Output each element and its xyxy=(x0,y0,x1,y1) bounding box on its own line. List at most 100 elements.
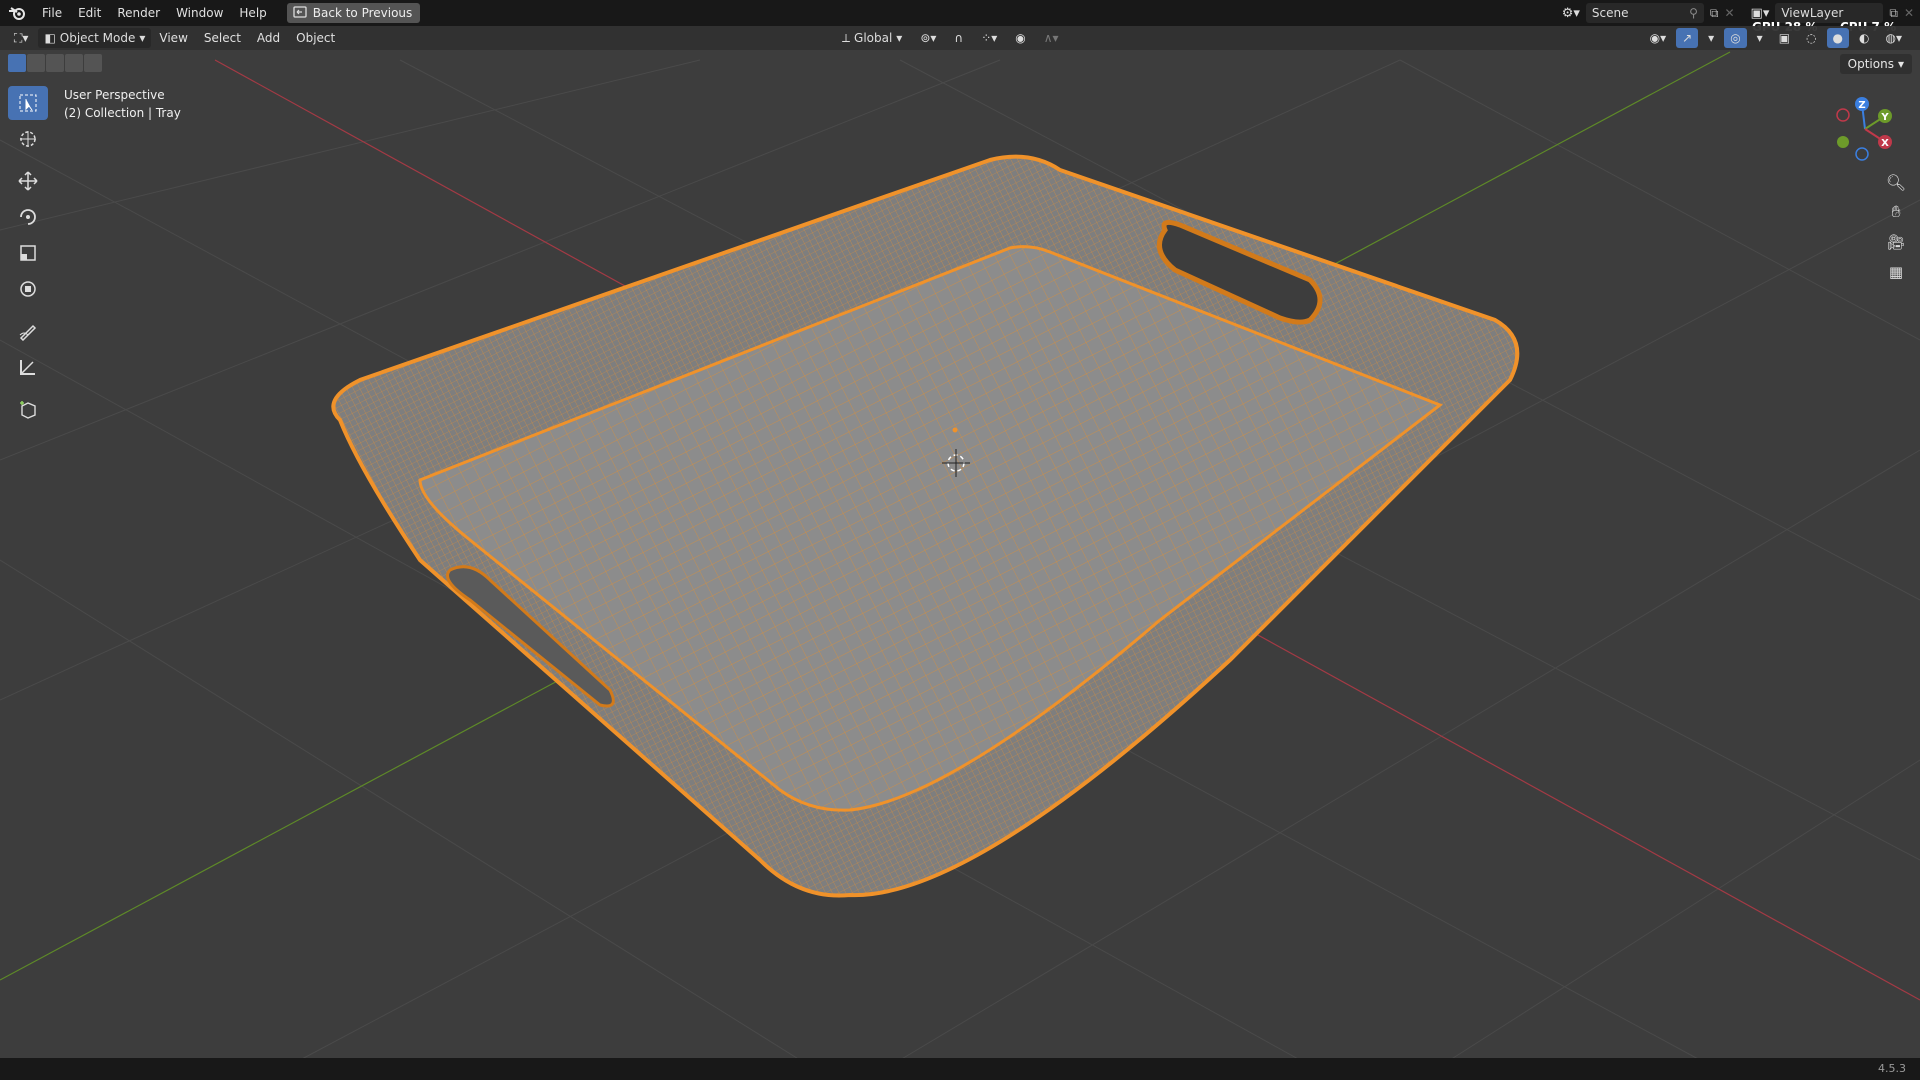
scene-selector[interactable]: Scene ⚲ xyxy=(1585,3,1704,23)
gizmo-dropdown[interactable]: ▾ xyxy=(1702,28,1720,48)
new-scene-icon[interactable]: ⧉ xyxy=(1710,6,1719,21)
proportional-icon: ◉ xyxy=(1015,31,1026,45)
pan-button[interactable]: ✋︎ xyxy=(1882,198,1910,226)
chevron-down-icon: ▾ xyxy=(1708,31,1715,45)
menu-view[interactable]: View xyxy=(151,25,195,51)
camera-view-button[interactable]: 🎥︎ xyxy=(1882,228,1910,256)
menu-help[interactable]: Help xyxy=(231,0,274,26)
transform-orientation-selector[interactable]: ⟂ Global ▾ xyxy=(836,28,908,48)
menu-select[interactable]: Select xyxy=(196,25,249,51)
menu-object[interactable]: Object xyxy=(288,25,343,51)
tray-mesh xyxy=(331,154,1520,898)
rotate-tool[interactable] xyxy=(8,200,48,234)
select-difference-icon[interactable] xyxy=(65,54,83,72)
delete-viewlayer-icon[interactable]: ✕ xyxy=(1904,6,1914,20)
version-label: 4.5.3 xyxy=(1878,1062,1906,1075)
visibility-selector[interactable]: ◉▾ xyxy=(1644,28,1673,48)
back-button-label: Back to Previous xyxy=(312,6,413,20)
snap-grid-icon: ⁘▾ xyxy=(981,31,998,45)
viewport-header: ⛶▾ ◧ Object Mode ▾ View Select Add Objec… xyxy=(0,26,1920,50)
pencil-icon xyxy=(19,324,37,341)
falloff-selector[interactable]: ∧▾ xyxy=(1038,28,1065,48)
gizmo-icon: ↗ xyxy=(1682,31,1693,45)
viewport-canvas[interactable] xyxy=(0,0,1920,1080)
wireframe-sphere-icon: ◌ xyxy=(1806,31,1817,45)
collection-label: (2) Collection | Tray xyxy=(64,106,181,120)
gizmo-y-label: Y xyxy=(1880,112,1889,123)
shading-wireframe[interactable]: ◌ xyxy=(1800,28,1822,48)
options-label: Options xyxy=(1847,57,1894,71)
chevron-down-icon: ▾ xyxy=(139,31,146,45)
options-dropdown[interactable]: Options ▾ xyxy=(1839,54,1912,74)
object-origin xyxy=(952,427,958,433)
back-to-previous-button[interactable]: Back to Previous xyxy=(286,3,421,23)
zoom-button[interactable]: 🔍︎ xyxy=(1882,168,1910,196)
snap-target-selector[interactable]: ⁘▾ xyxy=(975,28,1003,48)
pin-icon[interactable]: ⚲ xyxy=(1689,6,1698,20)
gizmo-z-label: Z xyxy=(1858,100,1865,111)
chevron-down-icon: ▾ xyxy=(1897,57,1904,71)
mode-selector[interactable]: ◧ Object Mode ▾ xyxy=(38,28,152,48)
proportional-edit-toggle[interactable]: ◉ xyxy=(1009,28,1031,48)
add-cube-tool[interactable] xyxy=(8,392,48,426)
shading-rendered[interactable]: ◍▾ xyxy=(1880,28,1909,48)
solid-sphere-icon: ● xyxy=(1832,31,1844,45)
chevron-down-icon: ▾ xyxy=(896,31,903,45)
perspective-toggle-button[interactable]: ▦ xyxy=(1882,258,1910,286)
overlays-icon: ◎ xyxy=(1730,31,1741,45)
scene-icon[interactable]: ⚙▾ xyxy=(1562,6,1580,21)
eye-icon: ◉▾ xyxy=(1649,31,1667,45)
viewlayer-icon[interactable]: ▣▾ xyxy=(1751,6,1770,21)
orientation-label: Global xyxy=(854,31,893,45)
menu-edit[interactable]: Edit xyxy=(70,0,109,26)
snap-toggle[interactable]: ∩ xyxy=(948,28,969,48)
hand-icon: ✋︎ xyxy=(1891,202,1901,221)
falloff-icon: ∧▾ xyxy=(1043,31,1059,45)
selection-mode-buttons xyxy=(8,54,102,72)
select-intersect-icon[interactable] xyxy=(84,54,102,72)
header-right-controls: ◉▾ ↗ ▾ ◎ ▾ ▣ ◌ ● ◐ ◍▾ xyxy=(1644,28,1908,48)
transform-tool[interactable] xyxy=(8,272,48,306)
editor-type-icon: ⛶▾ xyxy=(14,30,29,45)
pivot-point-selector[interactable]: ⊚▾ xyxy=(914,28,942,48)
orientation-icon: ⟂ xyxy=(842,30,851,45)
delete-scene-icon[interactable]: ✕ xyxy=(1724,6,1734,20)
object-mode-icon: ◧ xyxy=(44,31,56,45)
xray-icon: ▣ xyxy=(1778,31,1791,45)
blender-logo-icon[interactable] xyxy=(0,0,34,26)
move-arrows-icon xyxy=(18,171,38,191)
overlays-toggle[interactable]: ◎ xyxy=(1724,28,1747,48)
overlays-dropdown[interactable]: ▾ xyxy=(1751,28,1769,48)
editor-type-button[interactable]: ⛶▾ xyxy=(8,28,34,48)
select-box-tool[interactable] xyxy=(8,86,48,120)
menu-render[interactable]: Render xyxy=(109,0,168,26)
screen-back-icon xyxy=(293,5,307,21)
navigation-gizmo[interactable]: Z Y X xyxy=(1830,94,1900,164)
xray-toggle[interactable]: ▣ xyxy=(1773,28,1796,48)
gizmo-x-label: X xyxy=(1881,138,1889,149)
menu-file[interactable]: File xyxy=(34,0,70,26)
viewlayer-name: ViewLayer xyxy=(1781,6,1844,20)
scene-name: Scene xyxy=(1591,6,1629,20)
new-viewlayer-icon[interactable]: ⧉ xyxy=(1889,6,1898,21)
measure-tool[interactable] xyxy=(8,350,48,384)
mode-label: Object Mode xyxy=(59,31,136,45)
scale-tool[interactable] xyxy=(8,236,48,270)
camera-icon: 🎥︎ xyxy=(1886,233,1906,251)
top-menubar: File Edit Render Window Help Back to Pre… xyxy=(0,0,1920,26)
material-sphere-icon: ◐ xyxy=(1859,31,1870,45)
status-bar: 4.5.3 xyxy=(0,1058,1920,1080)
gizmo-toggle[interactable]: ↗ xyxy=(1676,28,1699,48)
cursor-tool[interactable] xyxy=(8,122,48,156)
menu-window[interactable]: Window xyxy=(168,0,231,26)
select-subtract-icon[interactable] xyxy=(46,54,64,72)
menu-add[interactable]: Add xyxy=(249,25,288,51)
move-tool[interactable] xyxy=(8,164,48,198)
shading-material[interactable]: ◐ xyxy=(1853,28,1875,48)
shading-solid[interactable]: ● xyxy=(1826,28,1850,48)
select-extend-icon[interactable] xyxy=(27,54,45,72)
annotate-tool[interactable] xyxy=(8,314,48,348)
magnet-icon: ∩ xyxy=(954,31,964,45)
select-new-icon[interactable] xyxy=(8,54,26,72)
ruler-icon xyxy=(20,360,35,375)
